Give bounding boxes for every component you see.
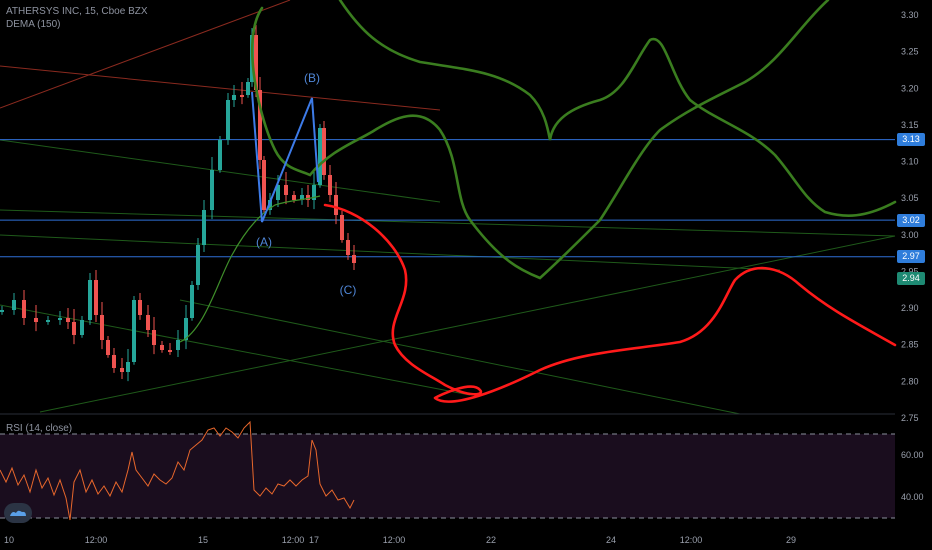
time-axis-label: 12:00 — [680, 535, 703, 545]
candle-body — [322, 128, 326, 175]
price-tag-last: 2.94 — [897, 272, 925, 286]
candle-body — [46, 320, 50, 322]
wave-label: (B) — [304, 71, 320, 85]
candle-body — [340, 215, 344, 240]
time-axis-label: 22 — [486, 535, 496, 545]
candle-body — [176, 340, 180, 350]
candle-body — [58, 318, 62, 320]
candle-body — [352, 255, 356, 263]
time-axis-label: 17 — [309, 535, 319, 545]
rsi-axis-label: 40.00 — [901, 492, 924, 502]
candle-body — [262, 160, 266, 210]
time-axis-label: 10 — [4, 535, 14, 545]
price-axis-label: 3.05 — [901, 193, 919, 203]
chart-canvas: (A) (B) (C) 3.30 3.25 3.20 3.15 3.10 3.05 3.00 2.… — [0, 0, 932, 550]
candle-body — [72, 322, 76, 335]
rsi-band-fill — [0, 434, 895, 518]
wave-label: (A) — [256, 235, 272, 249]
candle-body — [226, 100, 230, 140]
symbol-legend[interactable]: ATHERSYS INC, 15, Cboe BZX — [6, 6, 148, 17]
candle-body — [168, 350, 172, 352]
candle-body — [120, 368, 124, 372]
time-axis-label: 24 — [606, 535, 616, 545]
candle-body — [0, 310, 4, 312]
tradingview-logo-icon[interactable] — [4, 503, 32, 523]
candle-body — [126, 362, 130, 372]
candle-body — [196, 245, 200, 285]
candle-body — [132, 300, 136, 362]
candle-body — [218, 140, 222, 170]
candle-body — [138, 300, 142, 315]
candle-body — [66, 318, 70, 322]
price-axis-label: 2.90 — [901, 303, 919, 313]
candle-body — [240, 95, 244, 97]
candle-body — [160, 345, 164, 350]
price-axis-label: 3.15 — [901, 120, 919, 130]
candle-body — [112, 355, 116, 368]
time-axis-label: 15 — [198, 535, 208, 545]
candle-body — [34, 318, 38, 322]
time-axis-label: 12:00 — [383, 535, 406, 545]
candle-body — [146, 315, 150, 330]
candle-body — [100, 315, 104, 340]
candle-body — [190, 285, 194, 318]
price-axis-label: 3.30 — [901, 10, 919, 20]
candle-body — [202, 210, 206, 245]
price-axis-label: 3.20 — [901, 83, 919, 93]
price-tag-hline-2: 3.02 — [897, 213, 925, 227]
rsi-panel — [0, 420, 895, 521]
dema-legend[interactable]: DEMA (150) — [6, 19, 60, 30]
price-axis-label: 2.85 — [901, 340, 919, 350]
candle-body — [292, 195, 296, 200]
price-axis-label: 2.80 — [901, 376, 919, 386]
price-tag-hline-3: 2.97 — [897, 250, 925, 264]
price-tag-hline-1: 3.13 — [897, 133, 925, 147]
rsi-axis-label: 60.00 — [901, 450, 924, 460]
candle-body — [346, 240, 350, 255]
candle-body — [210, 170, 214, 210]
price-axis-label: 2.75 — [901, 413, 919, 423]
candle-body — [328, 175, 332, 195]
cloud-icon — [10, 510, 26, 516]
candle-body — [284, 185, 288, 195]
time-axis-label: 12:00 — [85, 535, 108, 545]
price-axis-label: 3.25 — [901, 47, 919, 57]
wave-label: (C) — [340, 283, 357, 297]
candle-body — [334, 195, 338, 215]
candle-body — [12, 300, 16, 310]
time-axis-label: 12:00 — [282, 535, 305, 545]
price-axis-label: 3.00 — [901, 230, 919, 240]
candle-body — [22, 300, 26, 318]
candle-body — [106, 340, 110, 355]
price-axis-label: 3.10 — [901, 157, 919, 167]
time-axis-label: 29 — [786, 535, 796, 545]
candle-body — [246, 82, 250, 95]
candle-body — [152, 330, 156, 345]
candle-body — [94, 280, 98, 315]
candle-body — [80, 320, 84, 335]
candle-body — [88, 280, 92, 320]
rsi-legend[interactable]: RSI (14, close) — [6, 423, 72, 434]
candle-body — [232, 95, 236, 100]
